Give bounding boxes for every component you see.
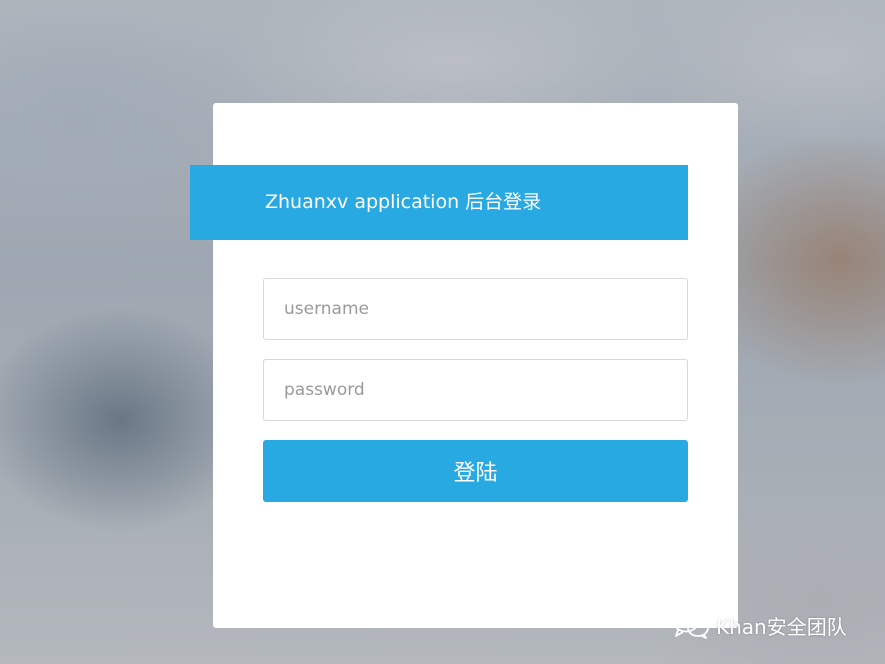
- username-input[interactable]: [263, 278, 688, 340]
- password-input[interactable]: [263, 359, 688, 421]
- watermark: Khan安全团队: [672, 608, 847, 642]
- watermark-text: Khan安全团队: [716, 614, 847, 639]
- wechat-icon: [673, 611, 709, 639]
- login-title-bar: Zhuanxv application 后台登录: [190, 165, 688, 240]
- login-button[interactable]: 登陆: [263, 440, 688, 502]
- login-title: Zhuanxv application 后台登录: [265, 191, 542, 213]
